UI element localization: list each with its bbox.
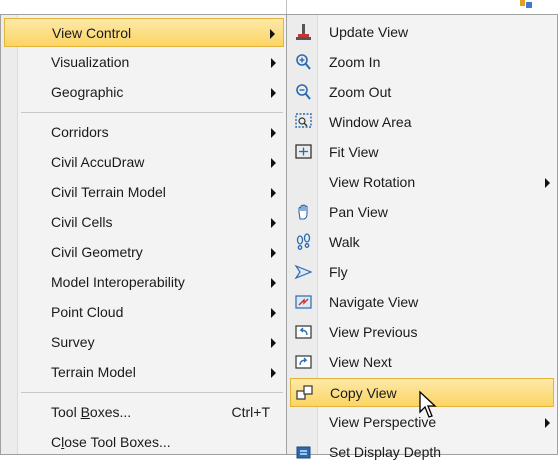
menu-item-label: Civil Cells [51, 214, 113, 230]
menu-item-label: Zoom In [329, 54, 381, 70]
menu-item-label: Civil AccuDraw [51, 154, 145, 170]
menu-item-tool-boxes[interactable]: Tool Boxes... Ctrl+T [4, 398, 284, 427]
menu-item-label: Civil Geometry [51, 244, 143, 260]
view-submenu: View Control Visualization Geographic Co… [0, 14, 288, 455]
view-previous-icon [294, 323, 314, 341]
menu-item-point-cloud[interactable]: Point Cloud [4, 298, 284, 327]
menu-item-label: View Previous [329, 324, 418, 340]
fly-icon [294, 263, 314, 281]
submenu-arrow-icon [545, 178, 550, 188]
menu-item-close-tool-boxes[interactable]: Close Tool Boxes... [4, 428, 284, 457]
zoom-in-icon [294, 53, 314, 71]
submenu-arrow-icon [545, 418, 550, 428]
menu-item-view-rotation[interactable]: View Rotation [290, 168, 554, 197]
menu-item-pan-view[interactable]: Pan View [290, 198, 554, 227]
fit-view-icon [294, 143, 314, 161]
copy-view-icon [295, 384, 315, 402]
menu-item-civil-accudraw[interactable]: Civil AccuDraw [4, 148, 284, 177]
menu-item-corridors[interactable]: Corridors [4, 118, 284, 147]
menu-item-label: Geographic [51, 84, 124, 100]
menu-item-label: Civil Terrain Model [51, 184, 166, 200]
view-control-submenu: Update View Zoom In Zoom Out Window Area… [286, 14, 558, 460]
window-edge [286, 0, 287, 14]
menu-item-visualization[interactable]: Visualization [4, 48, 284, 77]
submenu-arrow-icon [271, 248, 276, 258]
menu-item-label: Zoom Out [329, 84, 392, 100]
menu-item-fit-view[interactable]: Fit View [290, 138, 554, 167]
menu-item-label: View Next [329, 354, 392, 370]
menu-item-label: Visualization [51, 54, 130, 70]
menu-item-window-area[interactable]: Window Area [290, 108, 554, 137]
menu-item-label: Set Display Depth [329, 444, 442, 460]
menu-item-terrain-model[interactable]: Terrain Model [4, 358, 284, 387]
menu-item-label: Window Area [329, 114, 412, 130]
menu-item-walk[interactable]: Walk [290, 228, 554, 257]
submenu-arrow-icon [271, 308, 276, 318]
menu-item-label: Pan View [329, 204, 388, 220]
window-area-icon [294, 113, 314, 131]
menu-item-update-view[interactable]: Update View [290, 18, 554, 47]
submenu-arrow-icon [271, 188, 276, 198]
mnemonic-letter: B [80, 404, 90, 420]
menu-item-fly[interactable]: Fly [290, 258, 554, 287]
display-depth-icon [294, 443, 314, 461]
submenu-arrow-icon [271, 338, 276, 348]
submenu-arrow-icon [271, 278, 276, 288]
menu-item-label: Point Cloud [51, 304, 124, 320]
menu-item-label: Walk [329, 234, 360, 250]
submenu-arrow-icon [271, 128, 276, 138]
submenu-arrow-icon [271, 368, 276, 378]
menu-item-survey[interactable]: Survey [4, 328, 284, 357]
footprints-icon [294, 233, 314, 251]
menu-item-label: Copy View [330, 385, 397, 401]
menu-item-civil-terrain-model[interactable]: Civil Terrain Model [4, 178, 284, 207]
navigate-view-icon [294, 293, 314, 311]
menu-item-label: Navigate View [329, 294, 419, 310]
submenu-arrow-icon [271, 58, 276, 68]
menu-item-label: Close Tool Boxes... [51, 428, 171, 457]
menu-item-set-display-depth[interactable]: Set Display Depth [290, 438, 554, 467]
menu-item-label: Terrain Model [51, 364, 136, 380]
view-next-icon [294, 353, 314, 371]
label-part: C [51, 434, 62, 450]
submenu-arrow-icon [271, 218, 276, 228]
submenu-arrow-icon [270, 29, 275, 39]
submenu-arrow-icon [271, 158, 276, 168]
submenu-arrow-icon [271, 88, 276, 98]
menu-item-zoom-in[interactable]: Zoom In [290, 48, 554, 77]
menu-item-view-previous[interactable]: View Previous [290, 318, 554, 347]
menu-item-label: Model Interoperability [51, 274, 185, 290]
menu-separator [21, 112, 283, 113]
menu-item-label: Fly [329, 264, 348, 280]
label-part: Tool [51, 404, 81, 420]
menu-item-model-interoperability[interactable]: Model Interoperability [4, 268, 284, 297]
menu-item-navigate-view[interactable]: Navigate View [290, 288, 554, 317]
menu-item-label: View Rotation [329, 174, 416, 190]
zoom-out-icon [294, 83, 314, 101]
shortcut-text: Ctrl+T [231, 404, 271, 420]
menu-item-zoom-out[interactable]: Zoom Out [290, 78, 554, 107]
mouse-cursor-icon [419, 390, 437, 418]
menu-item-civil-geometry[interactable]: Civil Geometry [4, 238, 284, 267]
menu-item-label: Update View [329, 24, 409, 40]
label-part: oxes... [89, 404, 132, 420]
menu-item-view-next[interactable]: View Next [290, 348, 554, 377]
menu-separator [21, 392, 283, 393]
app-icon-fragment [520, 0, 532, 8]
menu-item-label: Fit View [329, 144, 379, 160]
label-part: ose Tool Boxes... [64, 434, 171, 450]
menu-item-view-control[interactable]: View Control [4, 18, 284, 47]
menu-item-label: Corridors [51, 124, 109, 140]
pan-hand-icon [294, 203, 314, 221]
menu-item-label: Survey [51, 334, 95, 350]
menu-item-label: View Control [52, 25, 132, 41]
menu-item-geographic[interactable]: Geographic [4, 78, 284, 107]
menu-item-civil-cells[interactable]: Civil Cells [4, 208, 284, 237]
update-view-icon [294, 23, 314, 41]
menu-item-label: Tool Boxes... [51, 398, 131, 427]
